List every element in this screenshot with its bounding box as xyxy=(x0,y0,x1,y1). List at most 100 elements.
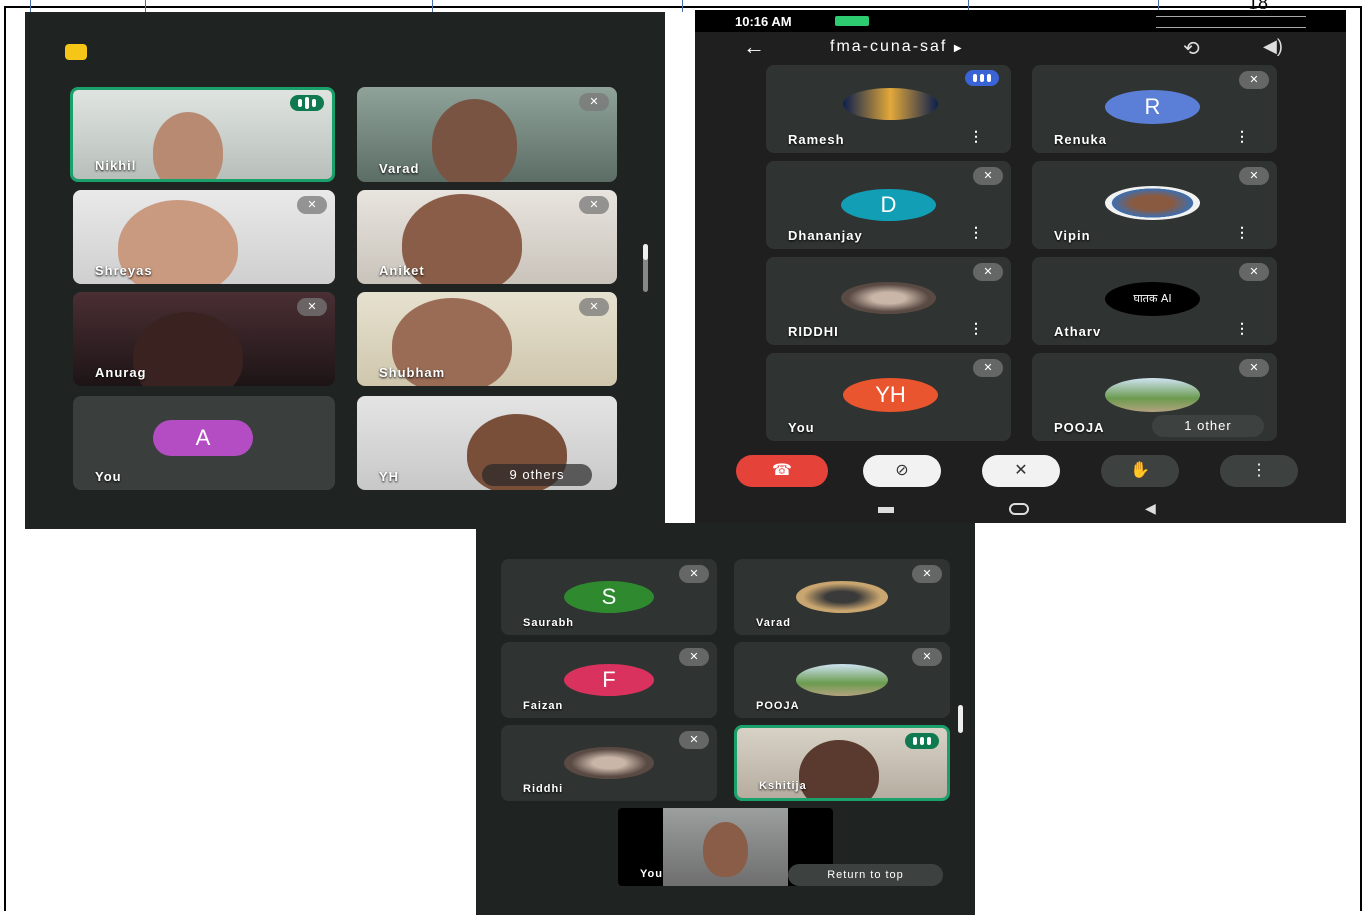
scroll-thumb xyxy=(643,244,648,260)
participant-name: Shreyas xyxy=(95,263,153,278)
status-time: 10:16 AM xyxy=(735,14,792,29)
meet-screenshot-c: ✕ S Saurabh ✕ Varad ✕ F Faizan ✕ POOJA ✕… xyxy=(476,523,975,915)
participant-tile[interactable]: ✕ Shreyas xyxy=(73,190,335,284)
participant-name: Saurabh xyxy=(523,617,575,629)
participant-name: Dhananjay xyxy=(788,228,863,243)
participant-tile[interactable]: ✕ घातक AI Atharv ⋮ xyxy=(1032,257,1277,345)
mic-off-icon: ✕ xyxy=(297,298,327,316)
participant-photo xyxy=(1105,186,1200,220)
more-options-icon[interactable]: ⋮ xyxy=(1235,128,1249,145)
mic-off-icon: ✕ xyxy=(679,648,709,666)
more-options-icon[interactable]: ⋮ xyxy=(969,128,983,145)
notification-icons xyxy=(835,16,869,26)
mic-off-icon: ✕ xyxy=(973,167,1003,185)
participant-tile[interactable]: Kshitija xyxy=(734,725,950,801)
mic-off-icon: ✕ xyxy=(912,648,942,666)
more-options-icon[interactable]: ⋮ xyxy=(1235,224,1249,241)
participant-face xyxy=(432,99,517,182)
avatar: YH xyxy=(843,378,938,412)
participant-tile[interactable]: ✕ Varad xyxy=(357,87,617,182)
participant-name: Renuka xyxy=(1054,132,1107,147)
participant-logo: घातक AI xyxy=(1105,282,1200,316)
participant-tile[interactable]: YH 9 others xyxy=(357,396,617,490)
speaking-indicator-icon xyxy=(290,95,324,111)
more-options-button[interactable]: ⋮ xyxy=(1220,455,1298,487)
participant-name: Shubham xyxy=(379,365,446,380)
mic-off-icon: ✕ xyxy=(1239,263,1269,281)
participant-tile[interactable]: ✕ S Saurabh xyxy=(501,559,717,635)
speaker-icon[interactable]: ◀) xyxy=(1263,36,1283,57)
participant-photo xyxy=(796,581,888,613)
participant-name: Nikhil xyxy=(95,158,137,173)
more-options-icon[interactable]: ⋮ xyxy=(1235,320,1249,337)
participant-name: Aniket xyxy=(379,263,425,278)
logo-text: घातक AI xyxy=(1133,292,1172,305)
participant-name: YH xyxy=(379,469,400,484)
mic-off-icon: ✕ xyxy=(973,263,1003,281)
speaking-indicator-icon xyxy=(965,70,999,86)
raise-hand-button[interactable]: ✋ xyxy=(1101,455,1179,487)
participant-name: You xyxy=(788,420,815,435)
mic-off-icon: ✕ xyxy=(1239,167,1269,185)
participant-tile[interactable]: ✕ Varad xyxy=(734,559,950,635)
nav-home-icon[interactable] xyxy=(1009,503,1029,515)
participant-name: RIDDHI xyxy=(788,324,839,339)
participant-tile[interactable]: ✕ R Renuka ⋮ xyxy=(1032,65,1277,153)
others-count-badge[interactable]: 9 others xyxy=(482,464,592,486)
participant-face xyxy=(153,112,223,179)
participant-tile[interactable]: ✕ POOJA 1 other xyxy=(1032,353,1277,441)
caret-right-icon: ▶ xyxy=(953,43,964,54)
mic-off-icon: ✕ xyxy=(1239,359,1269,377)
speaking-indicator-icon xyxy=(905,733,939,749)
mic-off-icon: ✕ xyxy=(579,298,609,316)
participant-tile[interactable]: Ramesh ⋮ xyxy=(766,65,1011,153)
participant-name: You xyxy=(95,469,122,484)
mic-off-button[interactable]: ✕ xyxy=(982,455,1060,487)
participant-tile[interactable]: ✕ F Faizan xyxy=(501,642,717,718)
participant-tile[interactable]: ✕ Aniket xyxy=(357,190,617,284)
nav-recents-icon[interactable] xyxy=(878,507,894,513)
participant-photo xyxy=(1105,378,1200,412)
participant-tile[interactable]: A You xyxy=(73,396,335,490)
participant-tile[interactable]: ✕ Anurag xyxy=(73,292,335,386)
participant-tile[interactable]: ✕ YH You xyxy=(766,353,1011,441)
mic-off-icon: ✕ xyxy=(1239,71,1269,89)
camera-off-button[interactable]: ⊘ xyxy=(863,455,941,487)
layout-icon[interactable] xyxy=(65,44,87,60)
back-arrow-icon[interactable]: ← xyxy=(743,34,765,60)
participant-name: Faizan xyxy=(523,700,564,712)
others-count-badge[interactable]: 1 other xyxy=(1152,415,1264,437)
participant-tile[interactable]: ✕ D Dhananjay ⋮ xyxy=(766,161,1011,249)
meeting-code[interactable]: fma-cuna-saf ▶ xyxy=(830,38,964,56)
meeting-code-text: fma-cuna-saf xyxy=(830,38,948,55)
avatar: A xyxy=(153,420,253,456)
participant-photo xyxy=(796,664,888,696)
participant-tile[interactable]: ✕ POOJA xyxy=(734,642,950,718)
participant-tile[interactable]: ✕ Riddhi xyxy=(501,725,717,801)
return-to-top-button[interactable]: Return to top xyxy=(788,864,943,886)
ruler-tick xyxy=(145,0,146,12)
status-bar: 10:16 AM xyxy=(695,10,1346,32)
participant-name: POOJA xyxy=(1054,420,1105,435)
more-options-icon[interactable]: ⋮ xyxy=(969,224,983,241)
meet-screenshot-b: 10:16 AM ← fma-cuna-saf ▶ ⟲ ◀) Ramesh ⋮ … xyxy=(695,10,1346,523)
participant-photo xyxy=(843,88,938,120)
end-call-button[interactable]: ☎ xyxy=(736,455,828,487)
participant-name: Vipin xyxy=(1054,228,1091,243)
participant-tile[interactable]: ✕ Vipin ⋮ xyxy=(1032,161,1277,249)
mic-off-icon: ✕ xyxy=(297,196,327,214)
participant-name: Ramesh xyxy=(788,132,845,147)
switch-camera-icon[interactable]: ⟲ xyxy=(1183,36,1200,61)
nav-back-icon[interactable]: ◀ xyxy=(1145,500,1156,517)
participant-tile[interactable]: ✕ RIDDHI ⋮ xyxy=(766,257,1011,345)
participant-tile[interactable]: Nikhil xyxy=(70,87,335,182)
more-options-icon[interactable]: ⋮ xyxy=(969,320,983,337)
participant-tile[interactable]: ✕ Shubham xyxy=(357,292,617,386)
participant-photo xyxy=(841,282,936,314)
participant-name: Varad xyxy=(379,161,420,176)
participant-face xyxy=(703,822,748,877)
ruler-tick xyxy=(682,0,683,12)
scroll-indicator[interactable] xyxy=(958,705,963,733)
mic-off-icon: ✕ xyxy=(579,93,609,111)
avatar: F xyxy=(564,664,654,696)
